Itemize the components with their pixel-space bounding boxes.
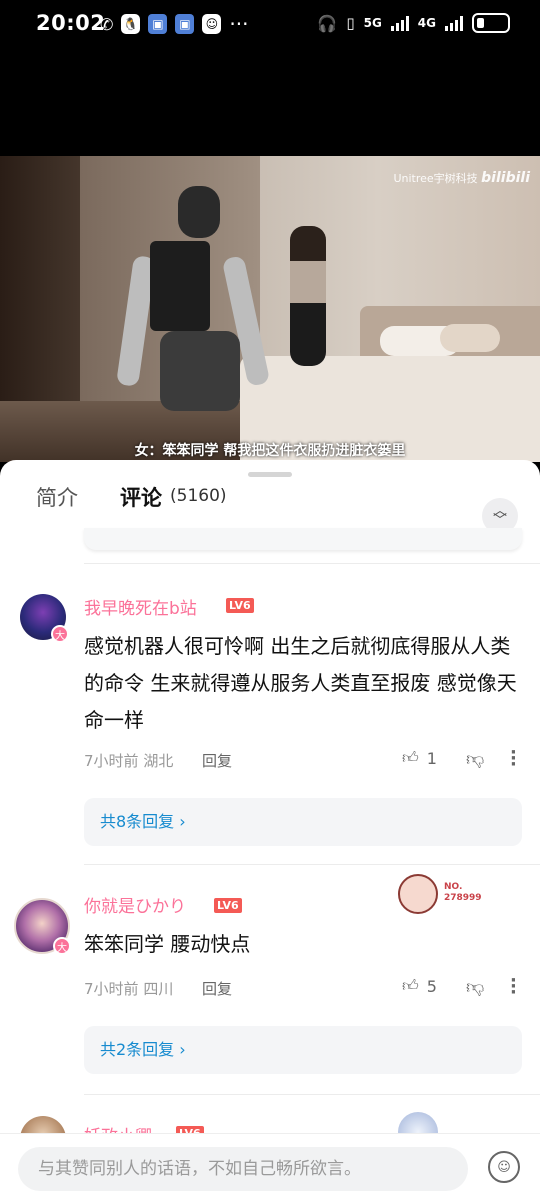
tab-intro[interactable]: 简介 xyxy=(36,482,78,512)
status-bar: 20:02 ✆ 🐧 ▣ ▣ ☺ ··· 🎧 ▯ 5G 4G xyxy=(0,0,540,52)
view-replies-button[interactable]: 共8条回复 › xyxy=(84,798,522,846)
chevron-down-icon: ﹀ xyxy=(493,513,507,529)
network-4g-label: 4G xyxy=(417,16,436,30)
thumbs-down-icon: 👎︎ xyxy=(466,749,485,770)
status-time: 20:02 xyxy=(36,11,106,35)
avatar[interactable]: 大 xyxy=(20,594,69,643)
signal-4g-icon xyxy=(445,15,463,31)
missed-call-icon: ✆ xyxy=(100,14,114,34)
system-icons: 🎧 ▯ 5G 4G xyxy=(317,13,510,33)
emoji-icon: ☺ xyxy=(497,1159,511,1175)
comment-input[interactable]: 与其赞同别人的话语，不如自己畅所欲言。 xyxy=(18,1147,468,1191)
video-player[interactable]: Unitree宇树科技 bilibili 女：笨笨同学 帮我把这件衣服扔进脏衣篓… xyxy=(0,156,540,462)
robot-head xyxy=(178,186,220,238)
thumbs-down-icon: 👎︎ xyxy=(466,977,485,998)
username[interactable]: 我早晚死在b站 xyxy=(84,594,197,619)
fan-badge-sticker: NO. 278999 xyxy=(398,874,498,918)
app-notification-icon: ▣ xyxy=(148,14,168,34)
comment-text: 笨笨同学 腰动快点 xyxy=(84,932,251,956)
network-5g-label: 5G xyxy=(363,16,382,30)
bilibili-logo: bilibili xyxy=(481,170,530,186)
thumbs-up-icon: 👍︎ xyxy=(402,748,419,767)
vibrate-icon: ▯ xyxy=(346,14,355,32)
comment-count: (5160) xyxy=(170,486,227,506)
like-count: 5 xyxy=(426,976,437,996)
level-badge: LV6 xyxy=(226,598,254,613)
comments-sheet: 简介 评论 (5160) ︿ ﹀ 大 我早晚死在b站 LV6 感觉机器人很可怜啊… xyxy=(0,460,540,1200)
video-subtitle: 女：笨笨同学 帮我把这件衣服扔进脏衣篓里 xyxy=(134,443,406,459)
tab-comments[interactable]: 评论 xyxy=(120,482,162,512)
comment-time: 7小时前 xyxy=(84,980,139,998)
bear-sticker-icon xyxy=(398,874,438,914)
signal-5g-icon xyxy=(390,15,409,31)
fan-number: NO. 278999 xyxy=(444,882,482,903)
like-button[interactable]: 👍︎ 1 xyxy=(402,748,437,768)
watermark-brand: Unitree宇树科技 xyxy=(393,172,478,185)
comment-meta: 7小时前 四川 xyxy=(84,978,173,999)
battery-icon xyxy=(472,13,510,33)
qq-icon: 🐧 xyxy=(121,14,141,34)
video-watermark: Unitree宇树科技 bilibili xyxy=(393,170,530,186)
more-vertical-icon: · · · xyxy=(510,970,517,1003)
more-vertical-icon: · · · xyxy=(510,742,517,775)
robot-base xyxy=(160,331,240,411)
previous-replies-card xyxy=(84,528,522,550)
comment-location: 四川 xyxy=(143,980,174,998)
dislike-button[interactable]: 👎︎ xyxy=(466,748,484,770)
username[interactable]: 你就是ひかり xyxy=(84,892,186,917)
level-badge: LV6 xyxy=(214,898,242,913)
vip-badge-icon: 大 xyxy=(53,937,71,955)
emoji-button[interactable]: ☺ xyxy=(488,1151,520,1183)
video-scene-pillow-2 xyxy=(440,324,500,352)
notification-icons: ✆ 🐧 ▣ ▣ ☺ ··· xyxy=(100,14,248,34)
app-notification-icon-2: ▣ xyxy=(175,14,195,34)
divider xyxy=(84,1094,540,1095)
tab-bar: 简介 评论 (5160) ︿ ﹀ xyxy=(0,478,540,546)
view-replies-button[interactable]: 共2条回复 › xyxy=(84,1026,522,1074)
video-person xyxy=(290,226,326,366)
comment-text: 感觉机器人很可怜啊 出生之后就彻底得服从人类的命令 生来就得遵从服务人类直至报废… xyxy=(84,634,517,732)
like-count: 1 xyxy=(426,748,437,768)
chat-app-icon: ☺ xyxy=(202,14,222,34)
dislike-button[interactable]: 👎︎ xyxy=(466,976,484,998)
divider xyxy=(84,563,540,564)
comment-input-bar: 与其赞同别人的话语，不如自己畅所欲言。 ☺ xyxy=(0,1133,540,1200)
more-notifications-icon: ··· xyxy=(229,12,249,36)
divider xyxy=(84,864,540,865)
comment-location: 湖北 xyxy=(143,752,174,770)
headphones-icon: 🎧 xyxy=(317,13,338,33)
reply-button[interactable]: 回复 xyxy=(202,978,232,999)
avatar[interactable]: 大 xyxy=(14,898,71,955)
like-button[interactable]: 👍︎ 5 xyxy=(402,976,437,996)
comment-time: 7小时前 xyxy=(84,752,139,770)
reply-button[interactable]: 回复 xyxy=(202,750,232,771)
more-options-button[interactable]: · · · xyxy=(510,972,517,1002)
sheet-drag-handle[interactable] xyxy=(248,472,292,477)
comment-meta: 7小时前 湖北 xyxy=(84,750,173,771)
vip-badge-icon: 大 xyxy=(51,625,69,643)
more-options-button[interactable]: · · · xyxy=(510,744,517,774)
robot-body xyxy=(150,241,210,331)
thumbs-up-icon: 👍︎ xyxy=(402,976,419,995)
